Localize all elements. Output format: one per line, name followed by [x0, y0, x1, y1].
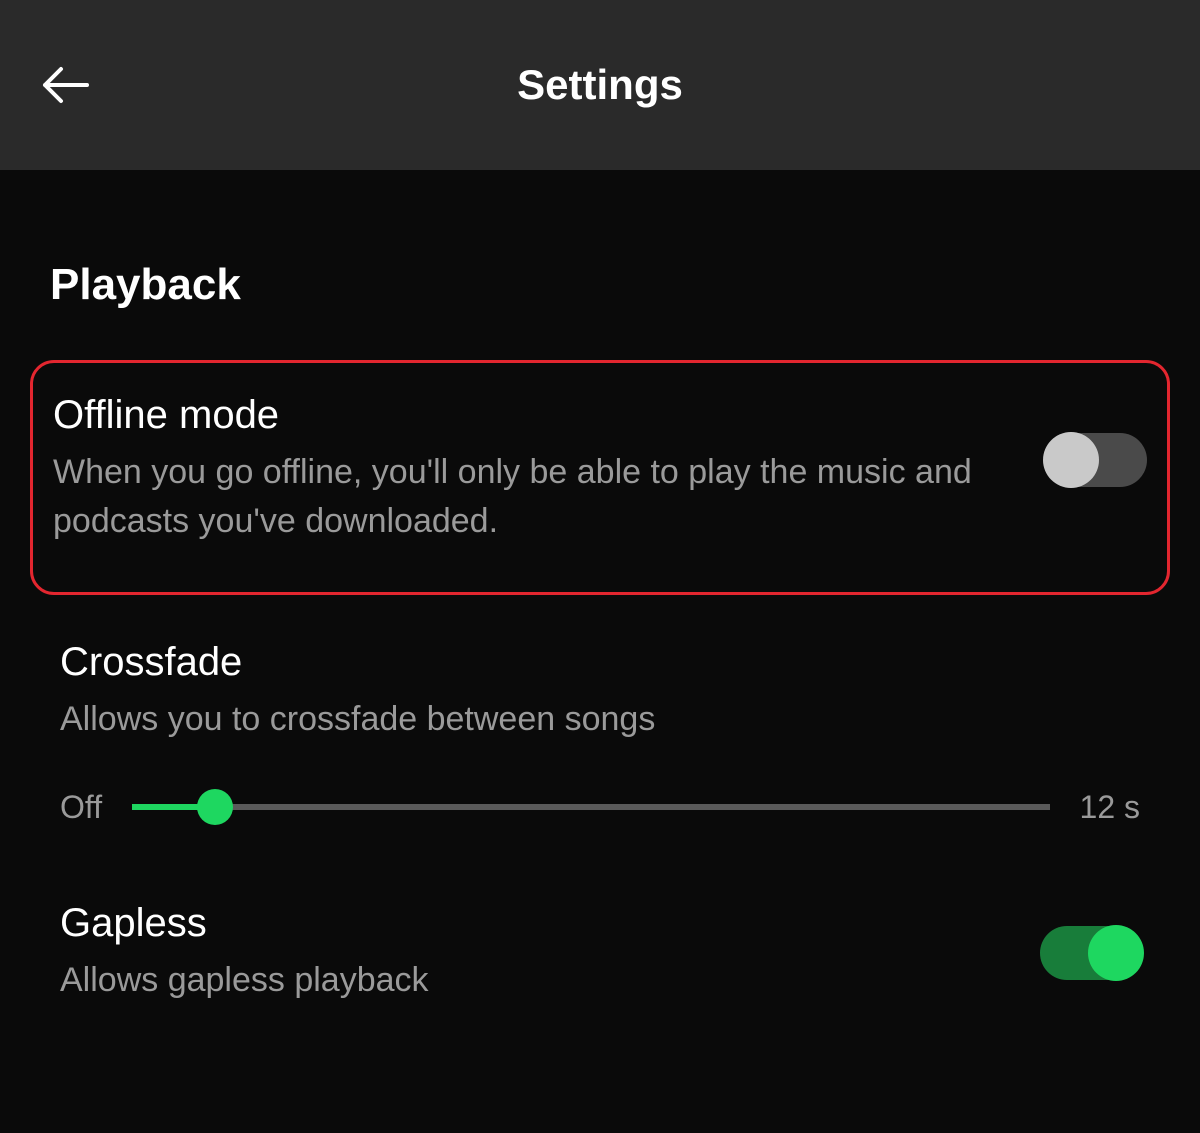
crossfade-title: Crossfade [60, 640, 1100, 685]
offline-mode-row: Offline mode When you go offline, you'll… [30, 360, 1170, 595]
crossfade-slider-row: Off 12 s [50, 754, 1150, 876]
toggle-thumb [1043, 432, 1099, 488]
header: Settings [0, 0, 1200, 170]
offline-mode-description: When you go offline, you'll only be able… [53, 448, 1007, 547]
section-title-playback: Playback [50, 260, 1150, 310]
crossfade-text: Crossfade Allows you to crossfade betwee… [60, 640, 1140, 744]
crossfade-row: Crossfade Allows you to crossfade betwee… [50, 615, 1150, 754]
gapless-title: Gapless [60, 901, 1000, 946]
crossfade-slider[interactable] [132, 804, 1049, 810]
back-arrow-icon[interactable] [35, 55, 95, 115]
content: Playback Offline mode When you go offlin… [0, 170, 1200, 1030]
page-title: Settings [517, 61, 683, 109]
crossfade-min-label: Off [60, 789, 102, 826]
offline-mode-title: Offline mode [53, 393, 1007, 438]
gapless-row: Gapless Allows gapless playback [50, 876, 1150, 1030]
toggle-thumb [1088, 925, 1144, 981]
crossfade-description: Allows you to crossfade between songs [60, 695, 1100, 744]
gapless-toggle[interactable] [1040, 926, 1140, 980]
slider-thumb [197, 789, 233, 825]
offline-mode-text: Offline mode When you go offline, you'll… [53, 393, 1047, 547]
gapless-description: Allows gapless playback [60, 956, 1000, 1005]
offline-mode-toggle[interactable] [1047, 433, 1147, 487]
gapless-text: Gapless Allows gapless playback [60, 901, 1040, 1005]
crossfade-max-label: 12 s [1080, 789, 1140, 826]
